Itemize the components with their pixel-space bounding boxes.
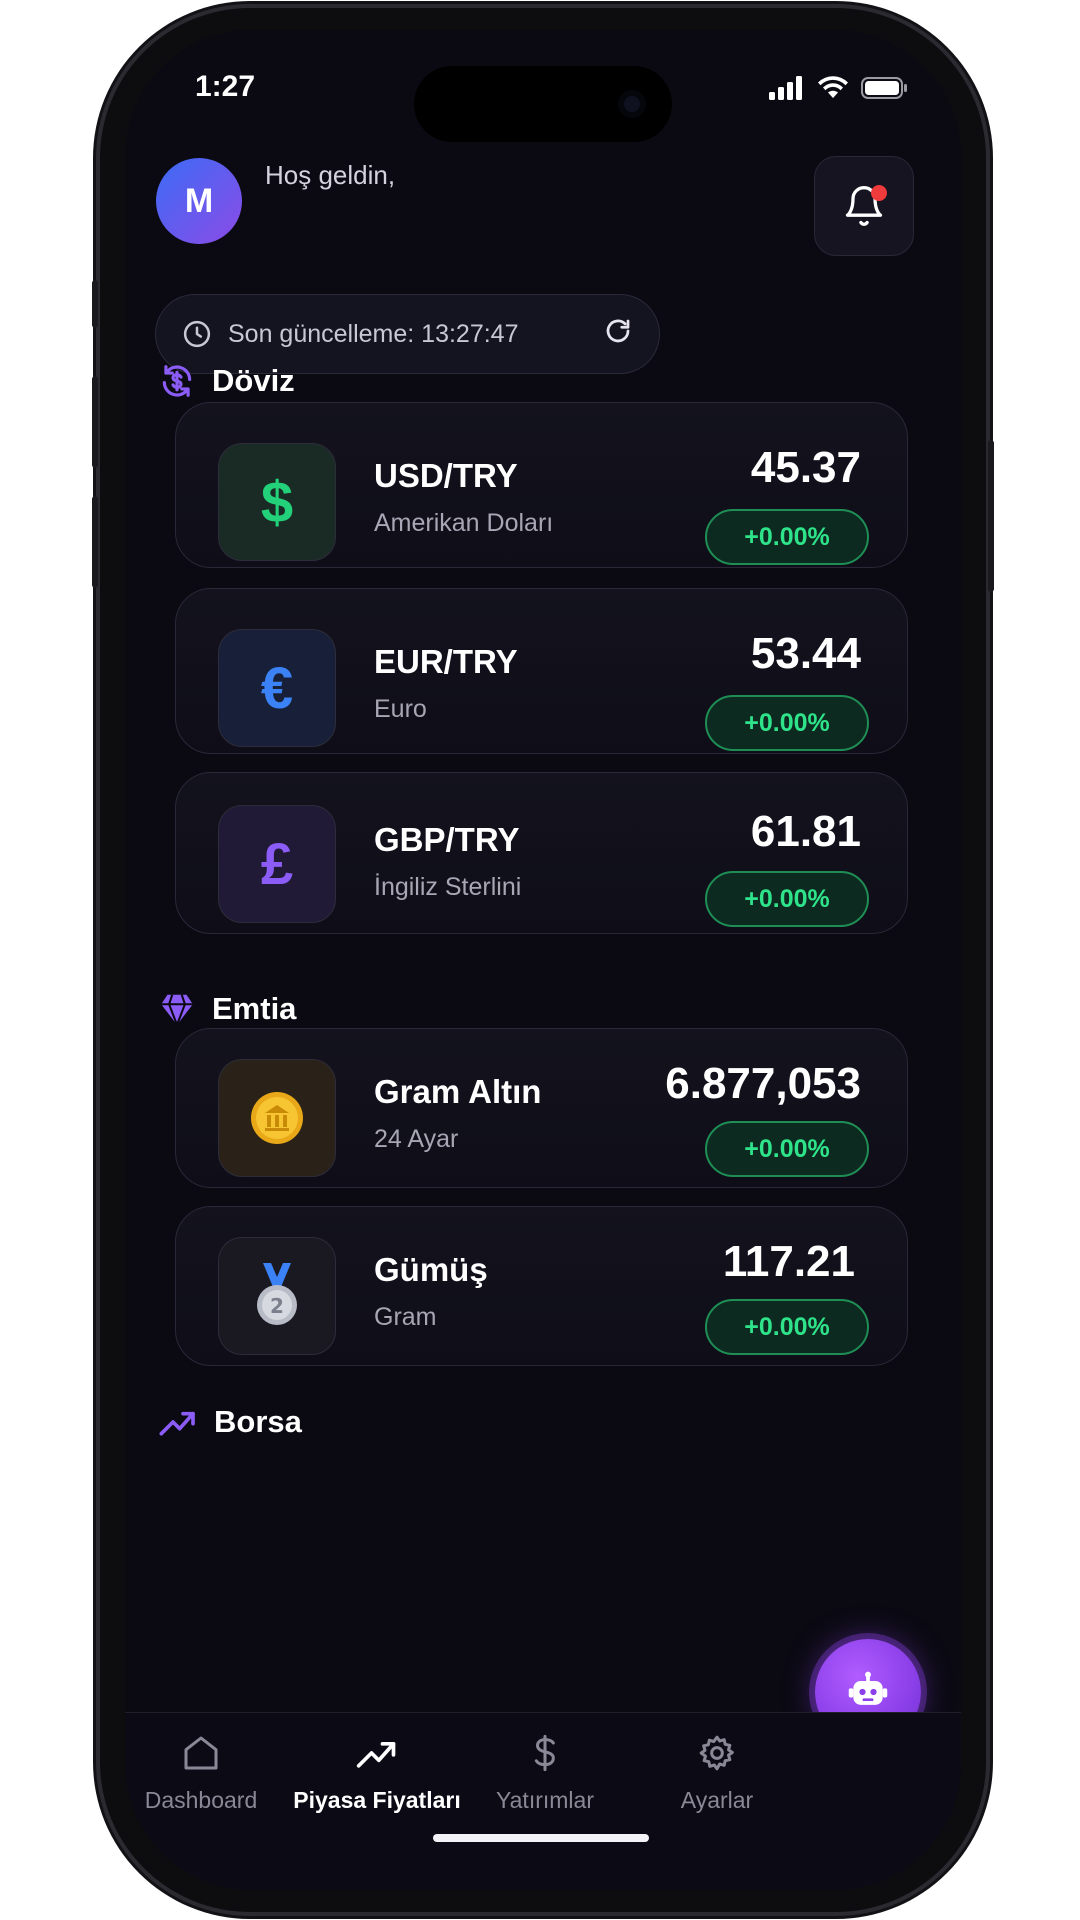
avatar[interactable]: M: [156, 158, 242, 244]
section-doviz: Döviz: [158, 362, 295, 400]
section-title-doviz: Döviz: [212, 363, 295, 398]
nav-label: Ayarlar: [680, 1787, 754, 1813]
clock-icon: [183, 320, 211, 348]
change-badge: +0.00%: [705, 871, 869, 927]
change-badge: +0.00%: [705, 509, 869, 565]
trending-up-icon: [159, 1411, 195, 1436]
dollar-icon: [534, 1734, 555, 1772]
nav-label: Dashboard: [144, 1787, 258, 1813]
svg-text:2: 2: [270, 1294, 284, 1318]
status-time: 1:27: [195, 70, 256, 103]
nav-item-yatirimlar[interactable]: Yatırımlar: [445, 1733, 645, 1814]
currency-card-eur[interactable]: € EUR/TRY Euro 53.44 +0.00%: [175, 588, 908, 754]
camera-icon: [618, 90, 646, 118]
currency-exchange-icon: [162, 365, 192, 397]
notifications-button[interactable]: [814, 156, 914, 256]
commodity-name: Gram Altın: [374, 1073, 542, 1110]
home-icon: [184, 1736, 218, 1770]
mute-switch: [92, 280, 98, 328]
currency-price: 53.44: [750, 629, 861, 678]
diamond-icon: [161, 994, 193, 1028]
wifi-icon: [818, 76, 848, 98]
refresh-button[interactable]: [603, 316, 633, 353]
currency-price: 61.81: [750, 807, 861, 856]
currency-card-usd[interactable]: $ USD/TRY Amerikan Doları 45.37 +0.00%: [175, 402, 908, 568]
commodity-card-silver[interactable]: 2 Gümüş Gram 117.21 +0.00%: [175, 1206, 908, 1366]
currency-name: GBP/TRY: [374, 821, 520, 858]
currency-name: EUR/TRY: [374, 643, 518, 680]
currency-subtitle: İngiliz Sterlini: [374, 873, 522, 901]
app-screen: 1:27 M Hoş geldin, Son güncelleme: 13:27…: [125, 30, 961, 1890]
currency-name: USD/TRY: [374, 457, 518, 494]
commodity-price: 6.877,053: [665, 1059, 861, 1108]
silver-medal-icon: 2: [218, 1237, 336, 1355]
robot-icon: [848, 1671, 888, 1705]
nav-item-ayarlar[interactable]: Ayarlar: [617, 1733, 817, 1814]
gear-icon: [699, 1735, 734, 1771]
section-title-emtia: Emtia: [212, 991, 297, 1026]
status-icons: [769, 76, 909, 100]
notification-dot: [871, 185, 887, 201]
bottom-navigation: Dashboard Piyasa Fiyatları Yatırımlar Ay…: [125, 1712, 961, 1890]
gold-coin-icon: [218, 1059, 336, 1177]
nav-label: Piyasa Fiyatları: [293, 1787, 461, 1813]
currency-subtitle: Euro: [374, 695, 427, 723]
signal-icon: [769, 76, 802, 100]
commodity-card-gold[interactable]: Gram Altın 24 Ayar 6.877,053 +0.00%: [175, 1028, 908, 1188]
power-button: [988, 440, 994, 592]
battery-icon: [861, 77, 907, 99]
euro-icon: €: [218, 629, 336, 747]
trending-icon: [356, 1742, 396, 1768]
volume-up-button: [92, 376, 98, 468]
home-indicator: [433, 1834, 649, 1842]
nav-item-dashboard[interactable]: Dashboard: [125, 1733, 301, 1814]
commodity-name: Gümüş: [374, 1251, 488, 1288]
dynamic-island: [414, 66, 672, 142]
commodity-price: 117.21: [722, 1237, 855, 1286]
section-borsa: Borsa: [158, 1404, 302, 1440]
pound-icon: £: [218, 805, 336, 923]
last-update-label: Son güncelleme: 13:27:47: [228, 319, 519, 348]
nav-label: Yatırımlar: [496, 1787, 594, 1813]
change-badge: +0.00%: [705, 1121, 869, 1177]
commodity-subtitle: Gram: [374, 1303, 437, 1331]
change-badge: +0.00%: [705, 695, 869, 751]
volume-down-button: [92, 496, 98, 588]
currency-subtitle: Amerikan Doları: [374, 509, 554, 537]
refresh-icon: [606, 319, 630, 342]
phone-frame: 1:27 M Hoş geldin, Son güncelleme: 13:27…: [92, 8, 994, 1912]
currency-price: 45.37: [750, 443, 861, 492]
change-badge: +0.00%: [705, 1299, 869, 1355]
commodity-subtitle: 24 Ayar: [374, 1125, 459, 1153]
section-emtia: Emtia: [158, 990, 296, 1028]
currency-card-gbp[interactable]: £ GBP/TRY İngiliz Sterlini 61.81 +0.00%: [175, 772, 908, 934]
dollar-icon: $: [218, 443, 336, 561]
section-title-borsa: Borsa: [214, 1404, 302, 1439]
greeting-text: Hoş geldin,: [265, 160, 396, 190]
